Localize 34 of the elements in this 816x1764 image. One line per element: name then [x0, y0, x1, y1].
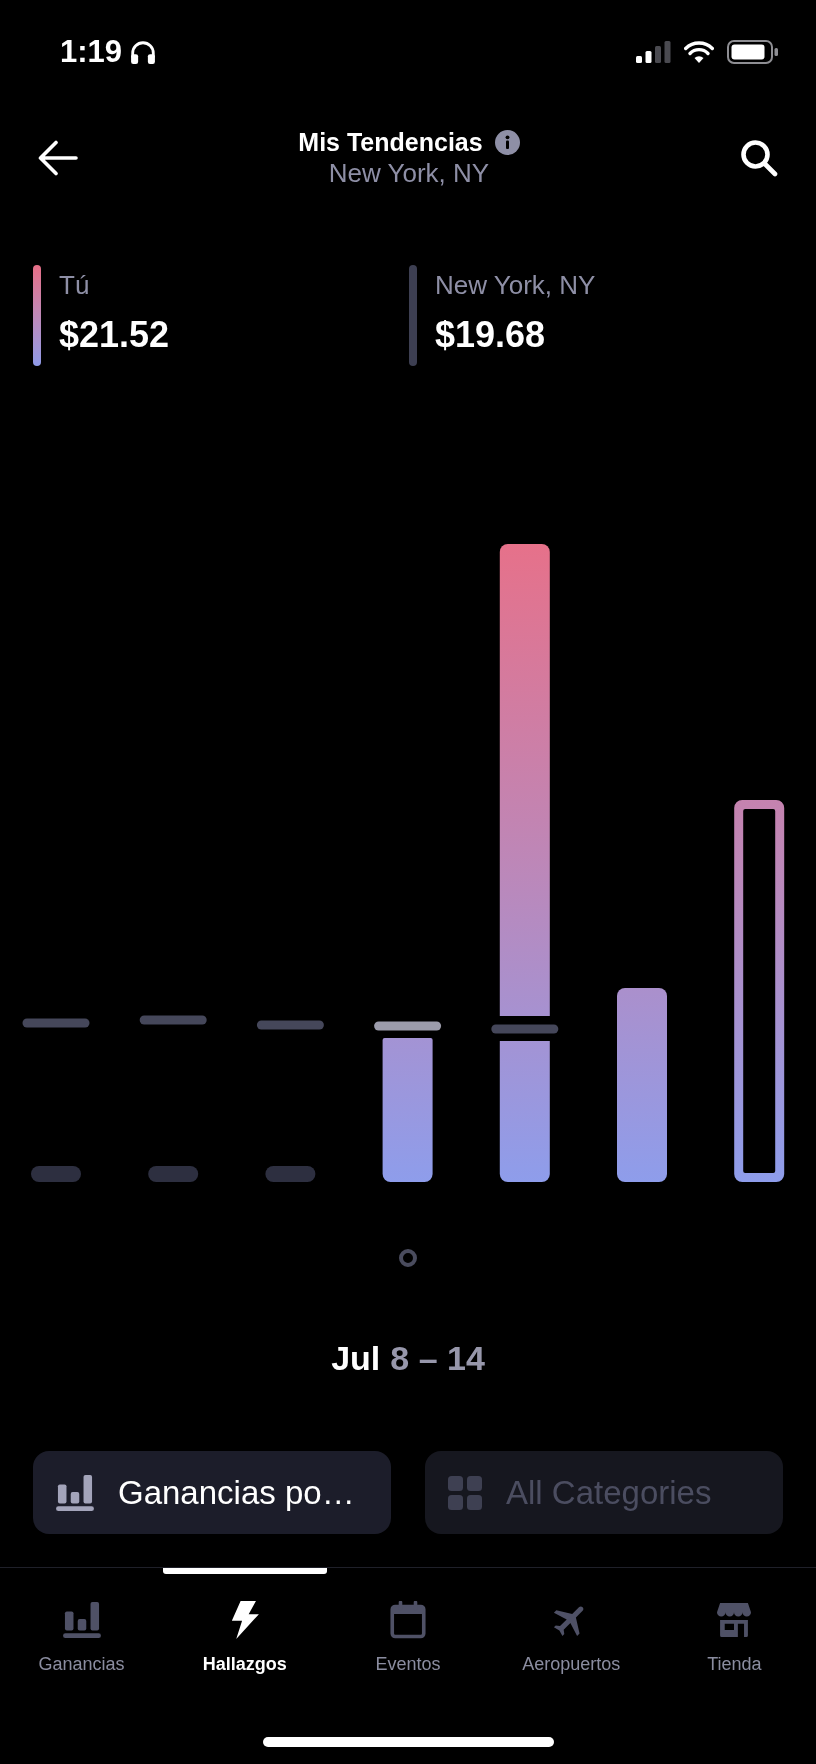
- bar-chart-icon: [56, 1474, 94, 1511]
- page-subtitle: New York, NY: [328, 157, 490, 189]
- nav-tab[interactable]: Tienda: [707, 1600, 762, 1675]
- signal-icon: [636, 41, 671, 63]
- nav-tab[interactable]: Aeropuertos: [522, 1600, 621, 1675]
- headphones-icon: [130, 40, 157, 64]
- wifi-icon: [684, 41, 714, 63]
- empty-bar: [265, 1166, 316, 1182]
- nav-tab[interactable]: Ganancias: [38, 1600, 125, 1675]
- ring-icon: [399, 1249, 417, 1267]
- stat-value: $21.52: [59, 314, 170, 356]
- nav-tab[interactable]: Hallazgos: [202, 1600, 287, 1675]
- nav-tab[interactable]: Eventos: [375, 1600, 441, 1675]
- grid-icon: [448, 1475, 482, 1510]
- date-range: 8 – 14: [390, 1338, 485, 1378]
- search-icon: [740, 139, 778, 177]
- search-button[interactable]: [740, 139, 778, 177]
- metric-dropdown[interactable]: Ganancias po…: [33, 1451, 391, 1534]
- info-icon: [494, 129, 520, 155]
- arrow-left-icon: [38, 140, 78, 176]
- battery-icon: [727, 40, 778, 64]
- storefront-icon: [716, 1603, 753, 1637]
- empty-bar: [148, 1166, 199, 1182]
- stat-label: New York, NY: [435, 270, 596, 300]
- page-title: Mis Tendencias: [298, 127, 483, 157]
- bar-chart-icon: [62, 1602, 101, 1638]
- status-time: 1:19: [60, 34, 123, 70]
- calendar-icon: [390, 1601, 426, 1639]
- stat-value: $19.68: [435, 314, 547, 356]
- date-month: Jul: [331, 1338, 381, 1378]
- stat-label: Tú: [59, 270, 91, 300]
- empty-bar: [31, 1166, 81, 1182]
- lightning-bolt-icon: [229, 1601, 260, 1639]
- back-button[interactable]: [38, 140, 78, 176]
